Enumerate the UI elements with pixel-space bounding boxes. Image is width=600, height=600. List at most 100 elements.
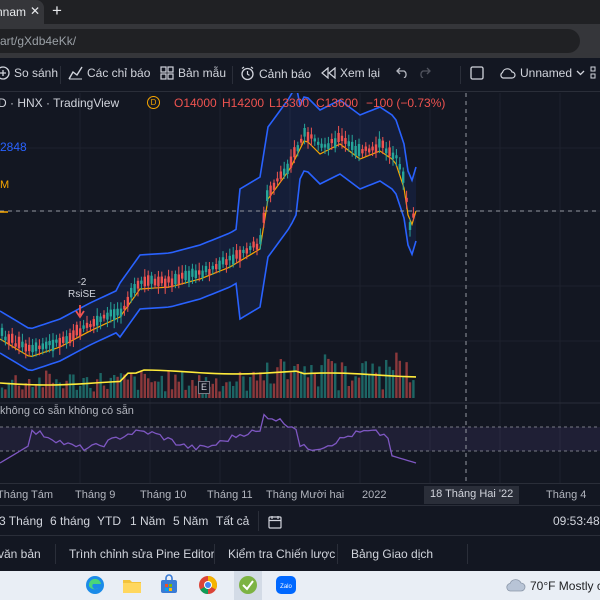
volume-bar bbox=[272, 383, 276, 398]
symbol-title[interactable]: D · HNX · TradingView bbox=[0, 96, 119, 110]
candle-body bbox=[106, 312, 109, 320]
replay-button[interactable]: Xem lại bbox=[320, 66, 380, 80]
url-field[interactable]: art/gXdb4eKk/ bbox=[0, 29, 580, 53]
candle-body bbox=[238, 249, 242, 262]
volume-bar bbox=[140, 371, 143, 398]
indicators-button[interactable]: Các chỉ báo bbox=[68, 66, 150, 80]
candle-body bbox=[208, 269, 211, 276]
browser-tab-strip: nnam ✕ + bbox=[0, 0, 600, 24]
bottom-panel-tabs: văn bản Trình chỉnh sửa Pine Editor Kiểm… bbox=[0, 535, 600, 571]
candle-body bbox=[68, 332, 72, 344]
alerts-button[interactable]: Cảnh báo bbox=[240, 66, 311, 81]
redo-button[interactable] bbox=[418, 66, 431, 78]
range-5y-button[interactable]: 5 Năm bbox=[173, 514, 208, 528]
volume-bar bbox=[221, 386, 225, 398]
range-ytd-button[interactable]: YTD bbox=[97, 514, 121, 528]
candle-body bbox=[0, 327, 4, 336]
delayed-data-badge[interactable]: D bbox=[147, 96, 160, 109]
earnings-event-marker[interactable]: E bbox=[198, 381, 210, 394]
volume-bar bbox=[85, 377, 89, 398]
candle-body bbox=[170, 278, 174, 288]
zalo-icon[interactable]: Zalo bbox=[275, 574, 297, 596]
candle-body bbox=[303, 127, 306, 137]
volume-bar bbox=[170, 389, 174, 398]
candle-body bbox=[126, 296, 129, 307]
candle-body bbox=[412, 213, 415, 218]
range-6m-button[interactable]: 6 tháng bbox=[50, 514, 90, 528]
candle-body bbox=[31, 344, 34, 353]
candle-body bbox=[221, 257, 225, 265]
volume-bar bbox=[34, 384, 38, 398]
more-options-button[interactable] bbox=[590, 66, 600, 80]
date-range-bar: 3 Tháng 6 tháng YTD 1 Năm 5 Năm Tất cả 0… bbox=[0, 505, 600, 535]
cloud-icon bbox=[500, 67, 516, 79]
date-range-calendar-icon[interactable] bbox=[268, 515, 282, 529]
range-3m-button[interactable]: 3 Tháng bbox=[0, 514, 43, 528]
file-explorer-icon[interactable] bbox=[121, 574, 143, 596]
volume-bar bbox=[232, 385, 235, 398]
candle-body bbox=[334, 138, 337, 149]
range-all-button[interactable]: Tất cả bbox=[216, 514, 249, 528]
signal-label: -2 RsiSE bbox=[68, 277, 96, 301]
signal-value: -2 bbox=[77, 277, 87, 288]
candle-body bbox=[160, 276, 163, 284]
volume-bar bbox=[177, 381, 180, 398]
candle-body bbox=[252, 241, 255, 248]
volume-bar bbox=[187, 385, 191, 398]
active-app-icon[interactable] bbox=[237, 574, 259, 596]
volume-bar bbox=[164, 391, 167, 398]
volume-bar bbox=[113, 375, 116, 398]
volume-bar bbox=[347, 385, 350, 398]
tab-text-notes[interactable]: văn bản bbox=[0, 547, 41, 561]
redo-icon bbox=[420, 67, 431, 78]
toolbar-divider bbox=[232, 66, 233, 84]
volume-bar bbox=[334, 363, 337, 398]
new-tab-button[interactable]: + bbox=[52, 1, 62, 21]
candle-body bbox=[310, 134, 313, 139]
fullscreen-toggle[interactable] bbox=[470, 66, 484, 80]
tab-pine-editor[interactable]: Trình chỉnh sửa Pine Editor bbox=[69, 547, 215, 561]
candle-body bbox=[269, 185, 272, 196]
alerts-label: Cảnh báo bbox=[259, 66, 312, 81]
tab-trading-panel[interactable]: Bảng Giao dịch bbox=[351, 547, 433, 561]
edge-browser-icon[interactable] bbox=[84, 574, 106, 596]
time-tick: Tháng 4 bbox=[546, 489, 587, 501]
candle-body bbox=[72, 330, 75, 340]
candle-body bbox=[368, 148, 371, 153]
time-axis[interactable]: Tháng Tám Tháng 9 Tháng 10 Tháng 11 Thán… bbox=[0, 483, 600, 505]
volume-bar bbox=[99, 373, 102, 398]
weather-readout[interactable]: 70°F Mostly c bbox=[530, 579, 600, 593]
templates-button[interactable]: Bản mẫu bbox=[160, 66, 226, 80]
volume-bar bbox=[82, 377, 85, 398]
compare-label: So sánh bbox=[14, 66, 59, 80]
candle-body bbox=[289, 156, 293, 168]
range-1y-button[interactable]: 1 Năm bbox=[130, 514, 165, 528]
layout-menu-button[interactable]: Unnamed bbox=[498, 66, 585, 80]
weather-cloud-icon[interactable] bbox=[504, 574, 526, 596]
tab-strategy-tester[interactable]: Kiểm tra Chiến lược bbox=[228, 547, 335, 561]
candle-body bbox=[313, 138, 316, 142]
undo-button[interactable] bbox=[396, 66, 409, 78]
candle-body bbox=[55, 339, 58, 343]
candle-body bbox=[133, 284, 136, 293]
candle-body bbox=[259, 235, 262, 245]
store-icon[interactable] bbox=[158, 574, 180, 596]
volume-bar bbox=[17, 385, 21, 398]
close-tab-icon[interactable]: ✕ bbox=[30, 4, 40, 18]
volume-bar bbox=[289, 372, 293, 398]
volume-bar bbox=[320, 365, 323, 398]
toolbar-divider bbox=[460, 66, 461, 84]
browser-tab[interactable]: nnam ✕ bbox=[0, 0, 44, 24]
compare-button[interactable]: So sánh bbox=[0, 66, 58, 80]
candle-body bbox=[378, 138, 381, 148]
candle-body bbox=[11, 333, 14, 343]
candle-body bbox=[255, 243, 259, 250]
volume-bar bbox=[313, 373, 316, 398]
chrome-icon[interactable] bbox=[197, 574, 219, 596]
candle-body bbox=[354, 145, 357, 156]
volume-bar bbox=[398, 360, 401, 398]
candle-body bbox=[198, 270, 201, 275]
volume-bar bbox=[395, 352, 398, 398]
candle-body bbox=[323, 144, 327, 148]
candle-body bbox=[347, 141, 350, 147]
